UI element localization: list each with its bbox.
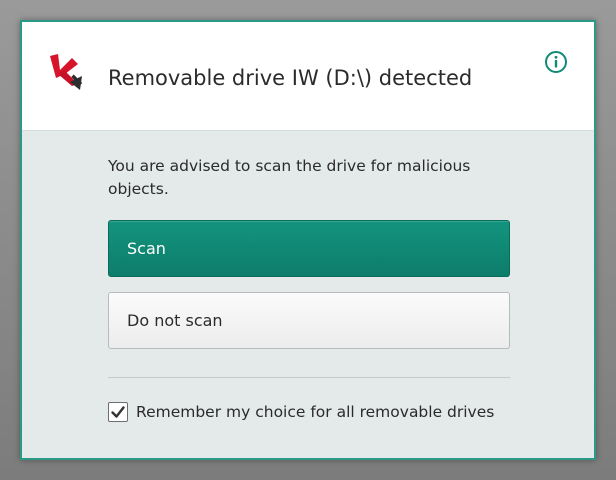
advice-message: You are advised to scan the drive for ma… xyxy=(108,157,471,198)
scan-button-label: Scan xyxy=(127,239,166,258)
remember-choice-checkbox[interactable] xyxy=(108,402,128,422)
do-not-scan-button[interactable]: Do not scan xyxy=(108,292,510,349)
dialog-body: You are advised to scan the drive for ma… xyxy=(22,131,594,458)
do-not-scan-button-label: Do not scan xyxy=(127,311,223,330)
checkmark-icon xyxy=(111,406,125,418)
scan-button[interactable]: Scan xyxy=(108,220,510,277)
remember-choice-label: Remember my choice for all removable dri… xyxy=(136,403,495,421)
divider xyxy=(108,377,510,378)
desktop-background: Removable drive IW (D:\) detected You ar… xyxy=(0,0,616,480)
remember-choice-checkbox-row[interactable]: Remember my choice for all removable dri… xyxy=(108,399,494,425)
info-icon[interactable] xyxy=(544,50,568,74)
dialog-title: Removable drive IW (D:\) detected xyxy=(108,66,473,90)
dialog-header: Removable drive IW (D:\) detected xyxy=(22,22,594,131)
removable-drive-dialog: Removable drive IW (D:\) detected You ar… xyxy=(20,20,596,460)
kaspersky-logo-icon xyxy=(48,52,88,92)
